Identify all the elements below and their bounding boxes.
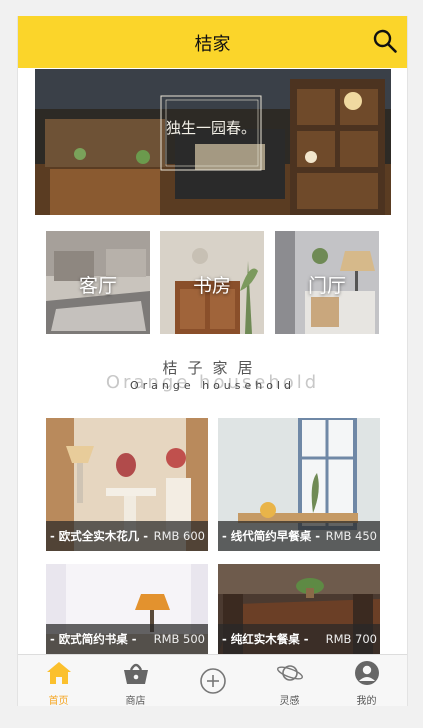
product-caption: - 纯红实木餐桌 - RMB 700 — [218, 624, 380, 654]
product-card[interactable]: - 纯红实木餐桌 - RMB 700 — [218, 564, 380, 654]
product-price: RMB 450 — [325, 529, 377, 543]
user-icon — [354, 661, 379, 685]
product-caption: - 线代简约早餐桌 - RMB 450 — [218, 521, 380, 551]
planet-icon — [276, 665, 303, 681]
category-label: 书房 — [192, 275, 231, 297]
app-title: 桔家 — [194, 34, 231, 55]
tab-label: 首页 — [48, 696, 69, 706]
tab-label: 商店 — [125, 696, 146, 706]
brand-name-en: Orange household — [129, 379, 296, 392]
search-icon[interactable] — [372, 28, 398, 54]
product-name: - 欧式简约书桌 - — [50, 632, 137, 646]
product-name: - 欧式全实木花几 - — [50, 529, 149, 543]
product-price: RMB 700 — [325, 632, 377, 646]
category-study[interactable]: 书房 — [160, 231, 264, 334]
product-card[interactable]: - 欧式全实木花几 - RMB 600 — [46, 418, 208, 551]
tab-add[interactable] — [174, 655, 251, 706]
home-icon — [46, 662, 71, 684]
tab-store[interactable]: 商店 — [97, 655, 174, 706]
top-header: 桔家 — [18, 16, 407, 68]
product-price: RMB 500 — [153, 632, 205, 646]
product-card[interactable]: - 线代简约早餐桌 - RMB 450 — [218, 418, 380, 551]
tab-home[interactable]: 首页 — [20, 655, 97, 706]
product-caption: - 欧式简约书桌 - RMB 500 — [46, 624, 208, 654]
category-living-room[interactable]: 客厅 — [46, 231, 150, 334]
banner-image: 独生一园春。 — [35, 69, 391, 215]
add-circle-icon — [199, 668, 226, 694]
product-card[interactable]: - 欧式简约书桌 - RMB 500 — [46, 564, 208, 654]
app-screen: 桔家 独生一园春。 客厅 书房 门厅 桔子家居 Orange household… — [17, 16, 408, 706]
banner-carousel[interactable]: 独生一园春。 — [35, 69, 391, 215]
tab-label: 灵感 — [279, 696, 300, 706]
tab-inspiration[interactable]: 灵感 — [251, 655, 328, 706]
product-caption: - 欧式全实木花几 - RMB 600 — [46, 521, 208, 551]
tab-label: 我的 — [356, 696, 377, 706]
basket-icon — [123, 663, 148, 684]
category-label: 客厅 — [78, 275, 117, 297]
product-name: - 线代简约早餐桌 - — [222, 529, 321, 543]
product-name: - 纯红实木餐桌 - — [222, 632, 309, 646]
banner-signage: 独生一园春。 — [166, 119, 256, 137]
product-price: RMB 600 — [153, 529, 205, 543]
category-entrance[interactable]: 门厅 — [275, 231, 379, 334]
bottom-tab-bar: 首页 商店 灵感 我的 — [18, 654, 407, 706]
tab-profile[interactable]: 我的 — [328, 655, 405, 706]
category-label: 门厅 — [307, 275, 346, 297]
